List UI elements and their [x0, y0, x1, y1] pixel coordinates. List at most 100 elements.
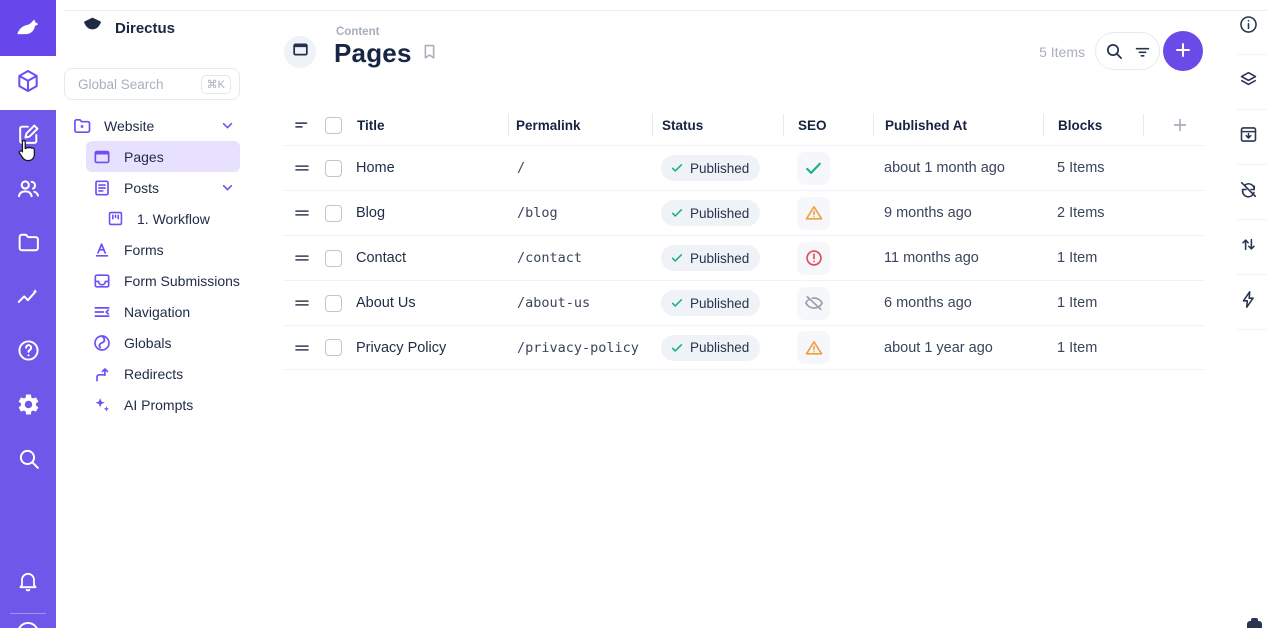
- module-users[interactable]: [0, 164, 56, 218]
- add-column-button[interactable]: [1143, 105, 1204, 145]
- drag-handle-icon[interactable]: [283, 204, 319, 222]
- inbox-icon: [92, 271, 112, 291]
- user-avatar[interactable]: [17, 622, 39, 628]
- status-badge: Published: [661, 290, 760, 316]
- sidebar-import-export-button[interactable]: [1236, 220, 1267, 275]
- global-search-input[interactable]: Global Search ⌘K: [64, 68, 240, 100]
- gear-icon: [16, 392, 41, 422]
- item-count: 5 Items: [1039, 44, 1085, 60]
- select-all-cell: [319, 105, 349, 145]
- seo-status-icon: [797, 197, 830, 230]
- module-help[interactable]: [0, 326, 56, 380]
- table-row[interactable]: Blog /blog Published 9 months ago 2 Item…: [283, 190, 1204, 235]
- row-checkbox[interactable]: [325, 205, 342, 222]
- table-row[interactable]: About Us /about-us Published 6 months ag…: [283, 280, 1204, 325]
- table-row[interactable]: Contact /contact Published 11 months ago…: [283, 235, 1204, 280]
- nav-item-redirects[interactable]: Redirects: [56, 358, 250, 389]
- module-insights[interactable]: [0, 272, 56, 326]
- drag-handle-icon[interactable]: [283, 339, 319, 357]
- nav-item-label: 1. Workflow: [137, 211, 210, 227]
- sidebar-layout-button[interactable]: [1236, 55, 1267, 110]
- cell-title: About Us: [349, 295, 508, 311]
- content-top-border: [63, 10, 1267, 11]
- module-search[interactable]: [0, 434, 56, 488]
- project-logo-icon: [81, 14, 104, 42]
- nav-item-label: Navigation: [124, 304, 190, 320]
- search-icon[interactable]: [1104, 41, 1124, 61]
- notifications-button[interactable]: [0, 561, 56, 605]
- check-icon: [670, 161, 684, 175]
- column-header-status[interactable]: Status: [652, 105, 783, 145]
- column-header-permalink[interactable]: Permalink: [508, 105, 652, 145]
- bookmark-icon[interactable]: [420, 42, 439, 61]
- nav-item-pages[interactable]: Pages: [86, 141, 240, 172]
- filter-icon[interactable]: [1133, 42, 1152, 61]
- row-checkbox[interactable]: [325, 295, 342, 312]
- table-row[interactable]: Home / Published about 1 month ago 5 Ite…: [283, 145, 1204, 190]
- right-sidebar: [1236, 0, 1267, 628]
- project-header[interactable]: Directus: [56, 0, 250, 56]
- module-content[interactable]: [0, 56, 56, 110]
- global-search-placeholder: Global Search: [78, 77, 201, 92]
- seo-status-icon: [797, 287, 830, 320]
- chevron-down-icon[interactable]: [219, 117, 236, 134]
- nav-item-globals[interactable]: Globals: [56, 327, 250, 358]
- nav-item-form-submissions[interactable]: Form Submissions: [56, 265, 250, 296]
- nav-item-posts[interactable]: Posts: [56, 172, 250, 203]
- nav-item-navigation[interactable]: Navigation: [56, 296, 250, 327]
- help-icon: [16, 338, 41, 368]
- module-bar: [0, 0, 56, 628]
- nav-item-website[interactable]: Website: [56, 110, 250, 141]
- row-checkbox[interactable]: [325, 339, 342, 356]
- nav-item-label: AI Prompts: [124, 397, 193, 413]
- cell-blocks: 1 Item: [1043, 250, 1143, 266]
- seo-status-icon: [797, 331, 830, 364]
- table-row[interactable]: Privacy Policy /privacy-policy Published…: [283, 325, 1204, 370]
- select-all-checkbox[interactable]: [325, 117, 342, 134]
- rabbit-logo-icon: [13, 11, 43, 46]
- cell-blocks: 1 Item: [1043, 340, 1143, 356]
- cell-published-at: about 1 year ago: [873, 340, 1043, 356]
- nav-item-forms[interactable]: Forms: [56, 234, 250, 265]
- drag-handle-icon[interactable]: [283, 294, 319, 312]
- module-files[interactable]: [0, 218, 56, 272]
- nav-item-workflow[interactable]: 1. Workflow: [56, 203, 250, 234]
- plus-icon: [1172, 39, 1194, 64]
- sidebar-archive-button[interactable]: [1236, 110, 1267, 165]
- breadcrumb[interactable]: Content: [336, 26, 379, 38]
- sidebar-partial-icon: [1247, 621, 1262, 628]
- cell-title: Home: [349, 160, 508, 176]
- drag-handle-icon[interactable]: [283, 249, 319, 267]
- column-header-published-at[interactable]: Published At: [873, 105, 1043, 145]
- column-header-seo[interactable]: SEO: [783, 105, 873, 145]
- module-editor[interactable]: [0, 110, 56, 164]
- status-badge: Published: [661, 335, 760, 361]
- nav-item-ai-prompts[interactable]: AI Prompts: [56, 389, 250, 420]
- cell-permalink: /blog: [508, 205, 652, 221]
- add-item-button[interactable]: [1163, 31, 1203, 71]
- document-icon: [92, 178, 112, 198]
- chevron-down-icon[interactable]: [219, 179, 236, 196]
- manual-sort-icon[interactable]: [283, 105, 319, 145]
- directus-logo-button[interactable]: [0, 0, 56, 56]
- box-icon: [15, 68, 41, 99]
- insights-icon: [15, 284, 41, 315]
- column-header-title[interactable]: Title: [349, 105, 508, 145]
- nav-item-label: Globals: [124, 335, 171, 351]
- project-name: Directus: [115, 20, 175, 37]
- collection-nav: Website Pages Posts 1. Workflow: [56, 110, 250, 420]
- row-checkbox[interactable]: [325, 160, 342, 177]
- drag-handle-icon[interactable]: [283, 159, 319, 177]
- globe-icon: [92, 333, 112, 353]
- sidebar-info-button[interactable]: [1236, 0, 1267, 55]
- sidebar-flows-button[interactable]: [1236, 275, 1267, 330]
- nav-item-label: Redirects: [124, 366, 183, 382]
- cell-published-at: about 1 month ago: [873, 160, 1043, 176]
- menu-open-icon: [92, 302, 112, 322]
- archive-down-icon: [1238, 124, 1259, 150]
- nav-item-label: Website: [104, 118, 154, 134]
- row-checkbox[interactable]: [325, 250, 342, 267]
- column-header-blocks[interactable]: Blocks: [1043, 105, 1143, 145]
- sidebar-sync-off-button[interactable]: [1236, 165, 1267, 220]
- module-settings[interactable]: [0, 380, 56, 434]
